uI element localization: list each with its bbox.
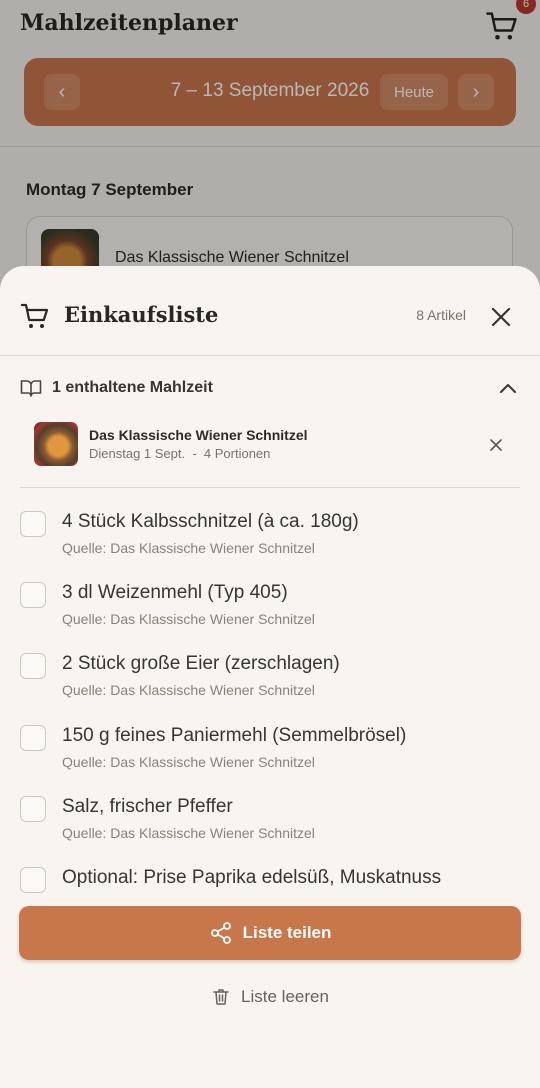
meal-meta: Dienstag 1 Sept. - 4 Portionen [89, 446, 271, 461]
book-icon [20, 380, 42, 397]
meal-divider [20, 487, 520, 488]
ingredient-name: 2 Stück große Eier (zerschlagen) [62, 653, 340, 674]
ingredient-item: Optional: Prise Paprika edelsüß, Muskatn… [20, 867, 520, 897]
chevron-up-icon [500, 384, 516, 393]
cart-icon [20, 303, 49, 328]
ingredient-item: 150 g feines Paniermehl (Semmelbrösel) Q… [20, 725, 520, 785]
sheet-title: Einkaufsliste [64, 302, 219, 327]
ingredient-checkbox[interactable] [20, 867, 46, 893]
ingredient-source: Quelle: Das Klassische Wiener Schnitzel [62, 754, 315, 770]
meal-name: Das Klassische Wiener Schnitzel [89, 427, 308, 443]
collapse-meals-button[interactable] [496, 378, 520, 398]
ingredient-source: Quelle: Das Klassische Wiener Schnitzel [62, 611, 315, 627]
sheet-divider [0, 355, 540, 356]
ingredient-checkbox[interactable] [20, 582, 46, 608]
ingredient-checkbox[interactable] [20, 511, 46, 537]
ingredient-name: 150 g feines Paniermehl (Semmelbrösel) [62, 725, 407, 746]
close-icon [490, 439, 502, 451]
ingredient-name: 3 dl Weizenmehl (Typ 405) [62, 582, 288, 603]
share-list-label: Liste teilen [242, 923, 332, 942]
ingredient-item: 4 Stück Kalbsschnitzel (à ca. 180g) Quel… [20, 511, 520, 571]
ingredient-item: 2 Stück große Eier (zerschlagen) Quelle:… [20, 653, 520, 713]
close-icon [491, 307, 511, 327]
ingredient-item: 3 dl Weizenmehl (Typ 405) Quelle: Das Kl… [20, 582, 520, 642]
share-list-button[interactable]: Liste teilen [19, 906, 521, 960]
close-button[interactable] [486, 302, 516, 332]
trash-icon [213, 989, 229, 1005]
item-count: 8 Artikel [416, 307, 466, 323]
ingredient-name: 4 Stück Kalbsschnitzel (à ca. 180g) [62, 511, 359, 532]
ingredient-source: Quelle: Das Klassische Wiener Schnitzel [62, 540, 315, 556]
ingredient-name: Optional: Prise Paprika edelsüß, Muskatn… [62, 867, 442, 888]
ingredient-name: Salz, frischer Pfeffer [62, 796, 233, 817]
ingredient-checkbox[interactable] [20, 725, 46, 751]
ingredient-checkbox[interactable] [20, 796, 46, 822]
clear-list-button[interactable]: Liste leeren [190, 982, 350, 1012]
included-meals-heading: 1 enthaltene Mahlzeit [52, 379, 213, 396]
ingredient-source: Quelle: Das Klassische Wiener Schnitzel [62, 682, 315, 698]
ingredient-source: Quelle: Das Klassische Wiener Schnitzel [62, 825, 315, 841]
ingredient-checkbox[interactable] [20, 653, 46, 679]
shopping-list-sheet: Einkaufsliste 8 Artikel 1 enthaltene Mah… [0, 266, 540, 1088]
ingredient-item: Salz, frischer Pfeffer Quelle: Das Klass… [20, 796, 520, 856]
remove-meal-button[interactable] [485, 434, 507, 456]
meal-thumbnail [34, 422, 78, 466]
clear-list-label: Liste leeren [241, 987, 329, 1006]
share-icon [210, 922, 231, 944]
